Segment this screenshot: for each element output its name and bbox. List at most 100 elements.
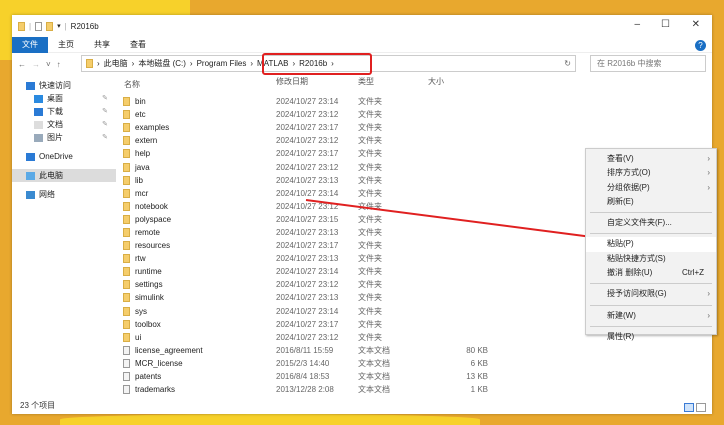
menu-item-9[interactable]: 撤消 删除(U) Ctrl+Z [586, 266, 716, 280]
sidebar-item-1[interactable]: 桌面 ✎ [12, 92, 116, 105]
name-cell: remote [116, 227, 276, 237]
file-row[interactable]: MCR_license 2015/2/3 14:40 文本文档 6 KB [116, 357, 712, 370]
breadcrumb-this-pc[interactable]: 此电脑 [104, 58, 128, 69]
menu-item-11[interactable]: 授予访问权限(G) › [586, 287, 716, 301]
properties-icon[interactable] [35, 21, 43, 31]
sidebar-item-3[interactable]: 文档 ✎ [12, 118, 116, 131]
sidebar-item-0[interactable]: 快速访问 [12, 79, 116, 92]
refresh-button[interactable]: ↻ [564, 59, 571, 68]
folder-icon [123, 201, 130, 211]
name-cell: sys [116, 306, 276, 316]
name-cell: settings [116, 280, 276, 290]
menu-separator [590, 212, 712, 214]
file-row[interactable]: etc 2024/10/27 23:12 文件夹 [116, 108, 712, 121]
pin-icon[interactable]: ✎ [102, 92, 108, 105]
text-file-icon [123, 372, 130, 382]
file-date: 2024/10/27 23:13 [276, 175, 339, 185]
pin-icon[interactable]: ✎ [102, 105, 108, 118]
tab-share[interactable]: 共享 [84, 37, 120, 53]
navigation-pane: 快速访问 桌面 ✎ 下载 ✎ 文档 ✎ 图片 ✎ OneDrive 此电脑 网络 [12, 79, 116, 399]
sidebar-item-label: OneDrive [39, 152, 73, 161]
name-cell: java [116, 162, 276, 172]
file-name: sys [135, 306, 147, 316]
sidebar-item-label: 此电脑 [39, 171, 63, 180]
file-date: 2024/10/27 23:13 [276, 293, 339, 303]
menu-item-label: 授予访问权限(G) [607, 289, 667, 299]
up-button[interactable]: ↑ [57, 60, 61, 69]
file-row[interactable]: patents 2016/8/4 18:53 文本文档 13 KB [116, 370, 712, 383]
column-type[interactable]: 类型 [358, 76, 428, 92]
quick-access-dropdown-icon[interactable]: ▾ [57, 22, 61, 30]
forward-button[interactable]: → [32, 60, 40, 69]
file-date: 2024/10/27 23:13 [276, 254, 339, 264]
pin-icon[interactable]: ✎ [102, 118, 108, 131]
column-name[interactable]: 名称 [116, 76, 276, 92]
name-cell: polyspace [116, 214, 276, 224]
file-date: 2024/10/27 23:12 [276, 136, 339, 146]
file-type: 文本文档 [358, 358, 390, 368]
file-type: 文件夹 [358, 97, 382, 107]
file-type: 文件夹 [358, 306, 382, 316]
file-date: 2015/2/3 14:40 [276, 358, 330, 368]
file-size: 80 KB [466, 345, 488, 355]
file-row[interactable]: bin 2024/10/27 23:14 文件夹 [116, 95, 712, 108]
menu-item-13[interactable]: 新建(W) › [586, 309, 716, 323]
sidebar-item-7[interactable]: 网络 [12, 188, 116, 201]
chevron-right-icon: › [707, 310, 710, 320]
context-menu: 查看(V) › 排序方式(O) › 分组依据(P) › 刷新(E) 自定义文件夹(F)... 粘… [585, 148, 717, 341]
breadcrumb-local-disk[interactable]: 本地磁盘 (C:) [138, 58, 186, 69]
text-file-icon [123, 385, 130, 395]
recent-locations-button[interactable]: ˅ [46, 60, 51, 69]
folder-icon [123, 214, 130, 224]
sidebar-item-label: 快速访问 [39, 81, 71, 90]
file-name: help [135, 149, 151, 159]
file-name: trademarks [135, 385, 176, 395]
menu-item-3[interactable]: 刷新(E) [586, 195, 716, 209]
sidebar-item-2[interactable]: 下载 ✎ [12, 105, 116, 118]
menu-item-0[interactable]: 查看(V) › [586, 152, 716, 166]
menu-item-8[interactable]: 粘贴快捷方式(S) [586, 252, 716, 266]
file-row[interactable]: extern 2024/10/27 23:12 文件夹 [116, 134, 712, 147]
file-date: 2024/10/27 23:12 [276, 162, 339, 172]
column-size[interactable]: 大小 [428, 76, 444, 92]
file-row[interactable]: license_agreement 2016/8/11 15:59 文本文档 80 K… [116, 344, 712, 357]
search-input[interactable]: 在 R2016b 中搜索 [590, 55, 706, 72]
folder-icon [123, 188, 130, 198]
file-row[interactable]: trademarks 2013/12/28 2:08 文本文档 1 KB [116, 383, 712, 396]
file-type: 文本文档 [358, 385, 390, 395]
file-name: resources [135, 241, 171, 251]
help-icon[interactable]: ? [695, 40, 706, 51]
menu-item-7[interactable]: 粘贴(P) [586, 237, 716, 252]
column-headers: 名称 修改日期 类型 大小 [116, 76, 712, 92]
sidebar-item-5[interactable]: OneDrive [12, 150, 116, 163]
sidebar-item-6[interactable]: 此电脑 [12, 169, 116, 182]
maximize-button[interactable]: ☐ [661, 19, 670, 30]
file-name: polyspace [135, 214, 172, 224]
menu-item-2[interactable]: 分组依据(P) › [586, 181, 716, 195]
close-button[interactable]: ✕ [692, 19, 700, 30]
folder-icon [123, 306, 130, 316]
file-type: 文件夹 [358, 136, 382, 146]
sidebar-item-label: 下载 [47, 107, 63, 116]
menu-item-label: 排序方式(O) [607, 168, 651, 178]
back-button[interactable]: ← [18, 60, 26, 69]
column-date[interactable]: 修改日期 [276, 76, 358, 92]
file-type: 文件夹 [358, 110, 382, 120]
tab-view[interactable]: 查看 [120, 37, 156, 53]
sidebar-item-4[interactable]: 图片 ✎ [12, 131, 116, 144]
menu-item-label: 属性(R) [607, 331, 635, 341]
tab-file[interactable]: 文件 [12, 36, 48, 53]
breadcrumb-program-files[interactable]: Program Files [197, 59, 247, 68]
tab-home[interactable]: 主页 [48, 37, 84, 53]
file-name: rtw [135, 254, 146, 264]
file-row[interactable]: examples 2024/10/27 23:17 文件夹 [116, 121, 712, 134]
menu-separator [590, 325, 712, 327]
minimize-button[interactable]: – [634, 19, 640, 30]
menu-item-1[interactable]: 排序方式(O) › [586, 166, 716, 180]
large-icons-view-button[interactable] [696, 403, 706, 412]
pin-icon[interactable]: ✎ [102, 131, 108, 144]
menu-item-5[interactable]: 自定义文件夹(F)... [586, 216, 716, 230]
new-folder-icon[interactable] [46, 21, 54, 31]
menu-item-15[interactable]: 属性(R) [586, 330, 716, 344]
details-view-button[interactable] [684, 403, 694, 412]
